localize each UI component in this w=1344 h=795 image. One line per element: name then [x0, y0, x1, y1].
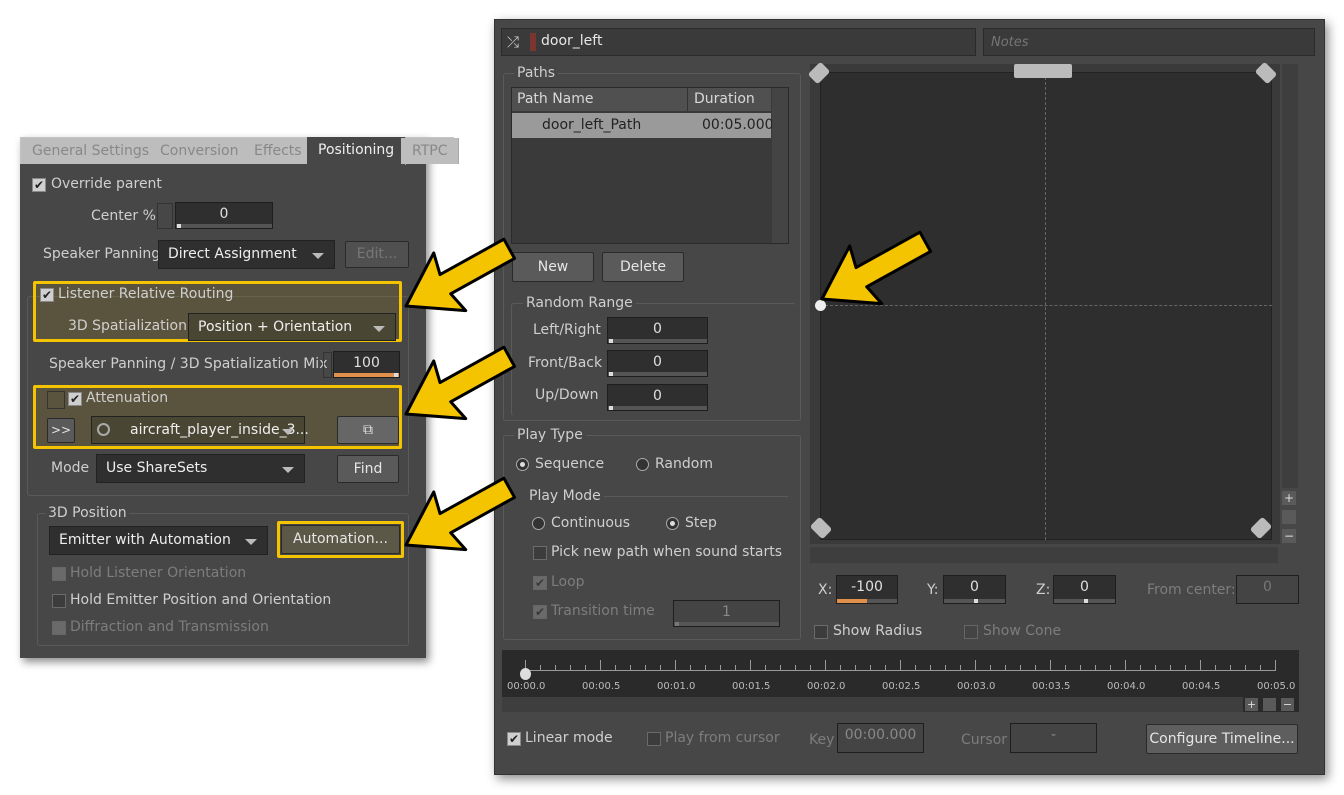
annotation-arrows — [404, 230, 933, 552]
arrow-icon — [404, 476, 517, 552]
arrow-icon — [404, 237, 517, 313]
arrow-icon — [404, 345, 517, 421]
arrow-icon — [820, 230, 933, 306]
